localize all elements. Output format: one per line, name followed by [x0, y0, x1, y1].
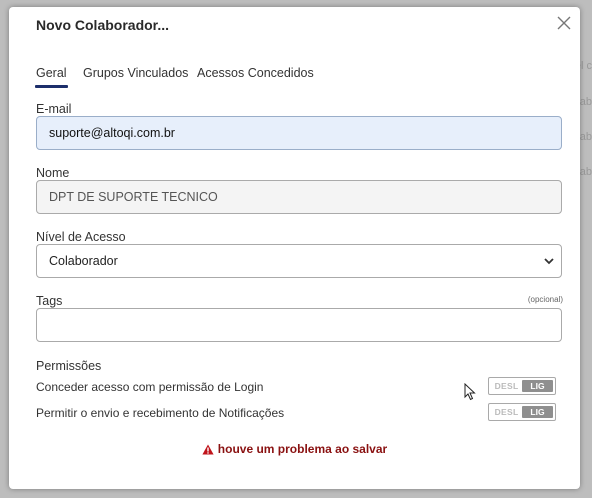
- optional-note: (opcional): [527, 295, 563, 304]
- permission-row-login: Conceder acesso com permissão de Login D…: [36, 377, 562, 397]
- tab-grupos-vinculados[interactable]: Grupos Vinculados: [83, 66, 188, 88]
- tab-bar: Geral Grupos Vinculados Acessos Concedid…: [35, 66, 556, 88]
- dialog-title: Novo Colaborador...: [36, 17, 170, 33]
- permission-row-notifications: Permitir o envio e recebimento de Notifi…: [36, 403, 562, 423]
- close-button[interactable]: [554, 13, 574, 33]
- name-field[interactable]: DPT DE SUPORTE TECNICO: [36, 180, 562, 214]
- toggle-off-label: DESL: [494, 381, 519, 391]
- tab-acessos-concedidos[interactable]: Acessos Concedidos: [197, 66, 314, 88]
- email-label: E-mail: [36, 102, 72, 116]
- error-text: houve um problema ao salvar: [217, 442, 388, 456]
- access-level-label: Nível de Acesso: [36, 230, 126, 244]
- permission-label-login: Conceder acesso com permissão de Login: [36, 380, 264, 394]
- chevron-down-icon: [544, 258, 554, 265]
- toggle-on-label: LIG: [522, 380, 553, 392]
- tags-label: Tags: [36, 294, 63, 308]
- email-field[interactable]: suporte@altoqi.com.br: [36, 116, 562, 150]
- warning-icon: [202, 444, 214, 455]
- tab-geral[interactable]: Geral: [35, 66, 68, 88]
- toggle-off-label: DESL: [494, 407, 519, 417]
- mouse-cursor-icon: [464, 383, 476, 401]
- new-collaborator-dialog: Novo Colaborador... Geral Grupos Vincula…: [9, 7, 580, 489]
- toggle-on-label: LIG: [522, 406, 553, 418]
- close-icon: [557, 16, 571, 30]
- login-permission-toggle[interactable]: DESL LIG: [488, 377, 556, 395]
- save-error-message: houve um problema ao salvar: [9, 442, 580, 456]
- notifications-permission-toggle[interactable]: DESL LIG: [488, 403, 556, 421]
- permission-label-notifications: Permitir o envio e recebimento de Notifi…: [36, 406, 285, 420]
- name-label: Nome: [36, 166, 70, 180]
- access-level-value: Colaborador: [49, 254, 118, 268]
- tags-input[interactable]: [36, 308, 562, 342]
- permissions-heading: Permissões: [36, 359, 102, 373]
- access-level-select[interactable]: Colaborador: [36, 244, 562, 278]
